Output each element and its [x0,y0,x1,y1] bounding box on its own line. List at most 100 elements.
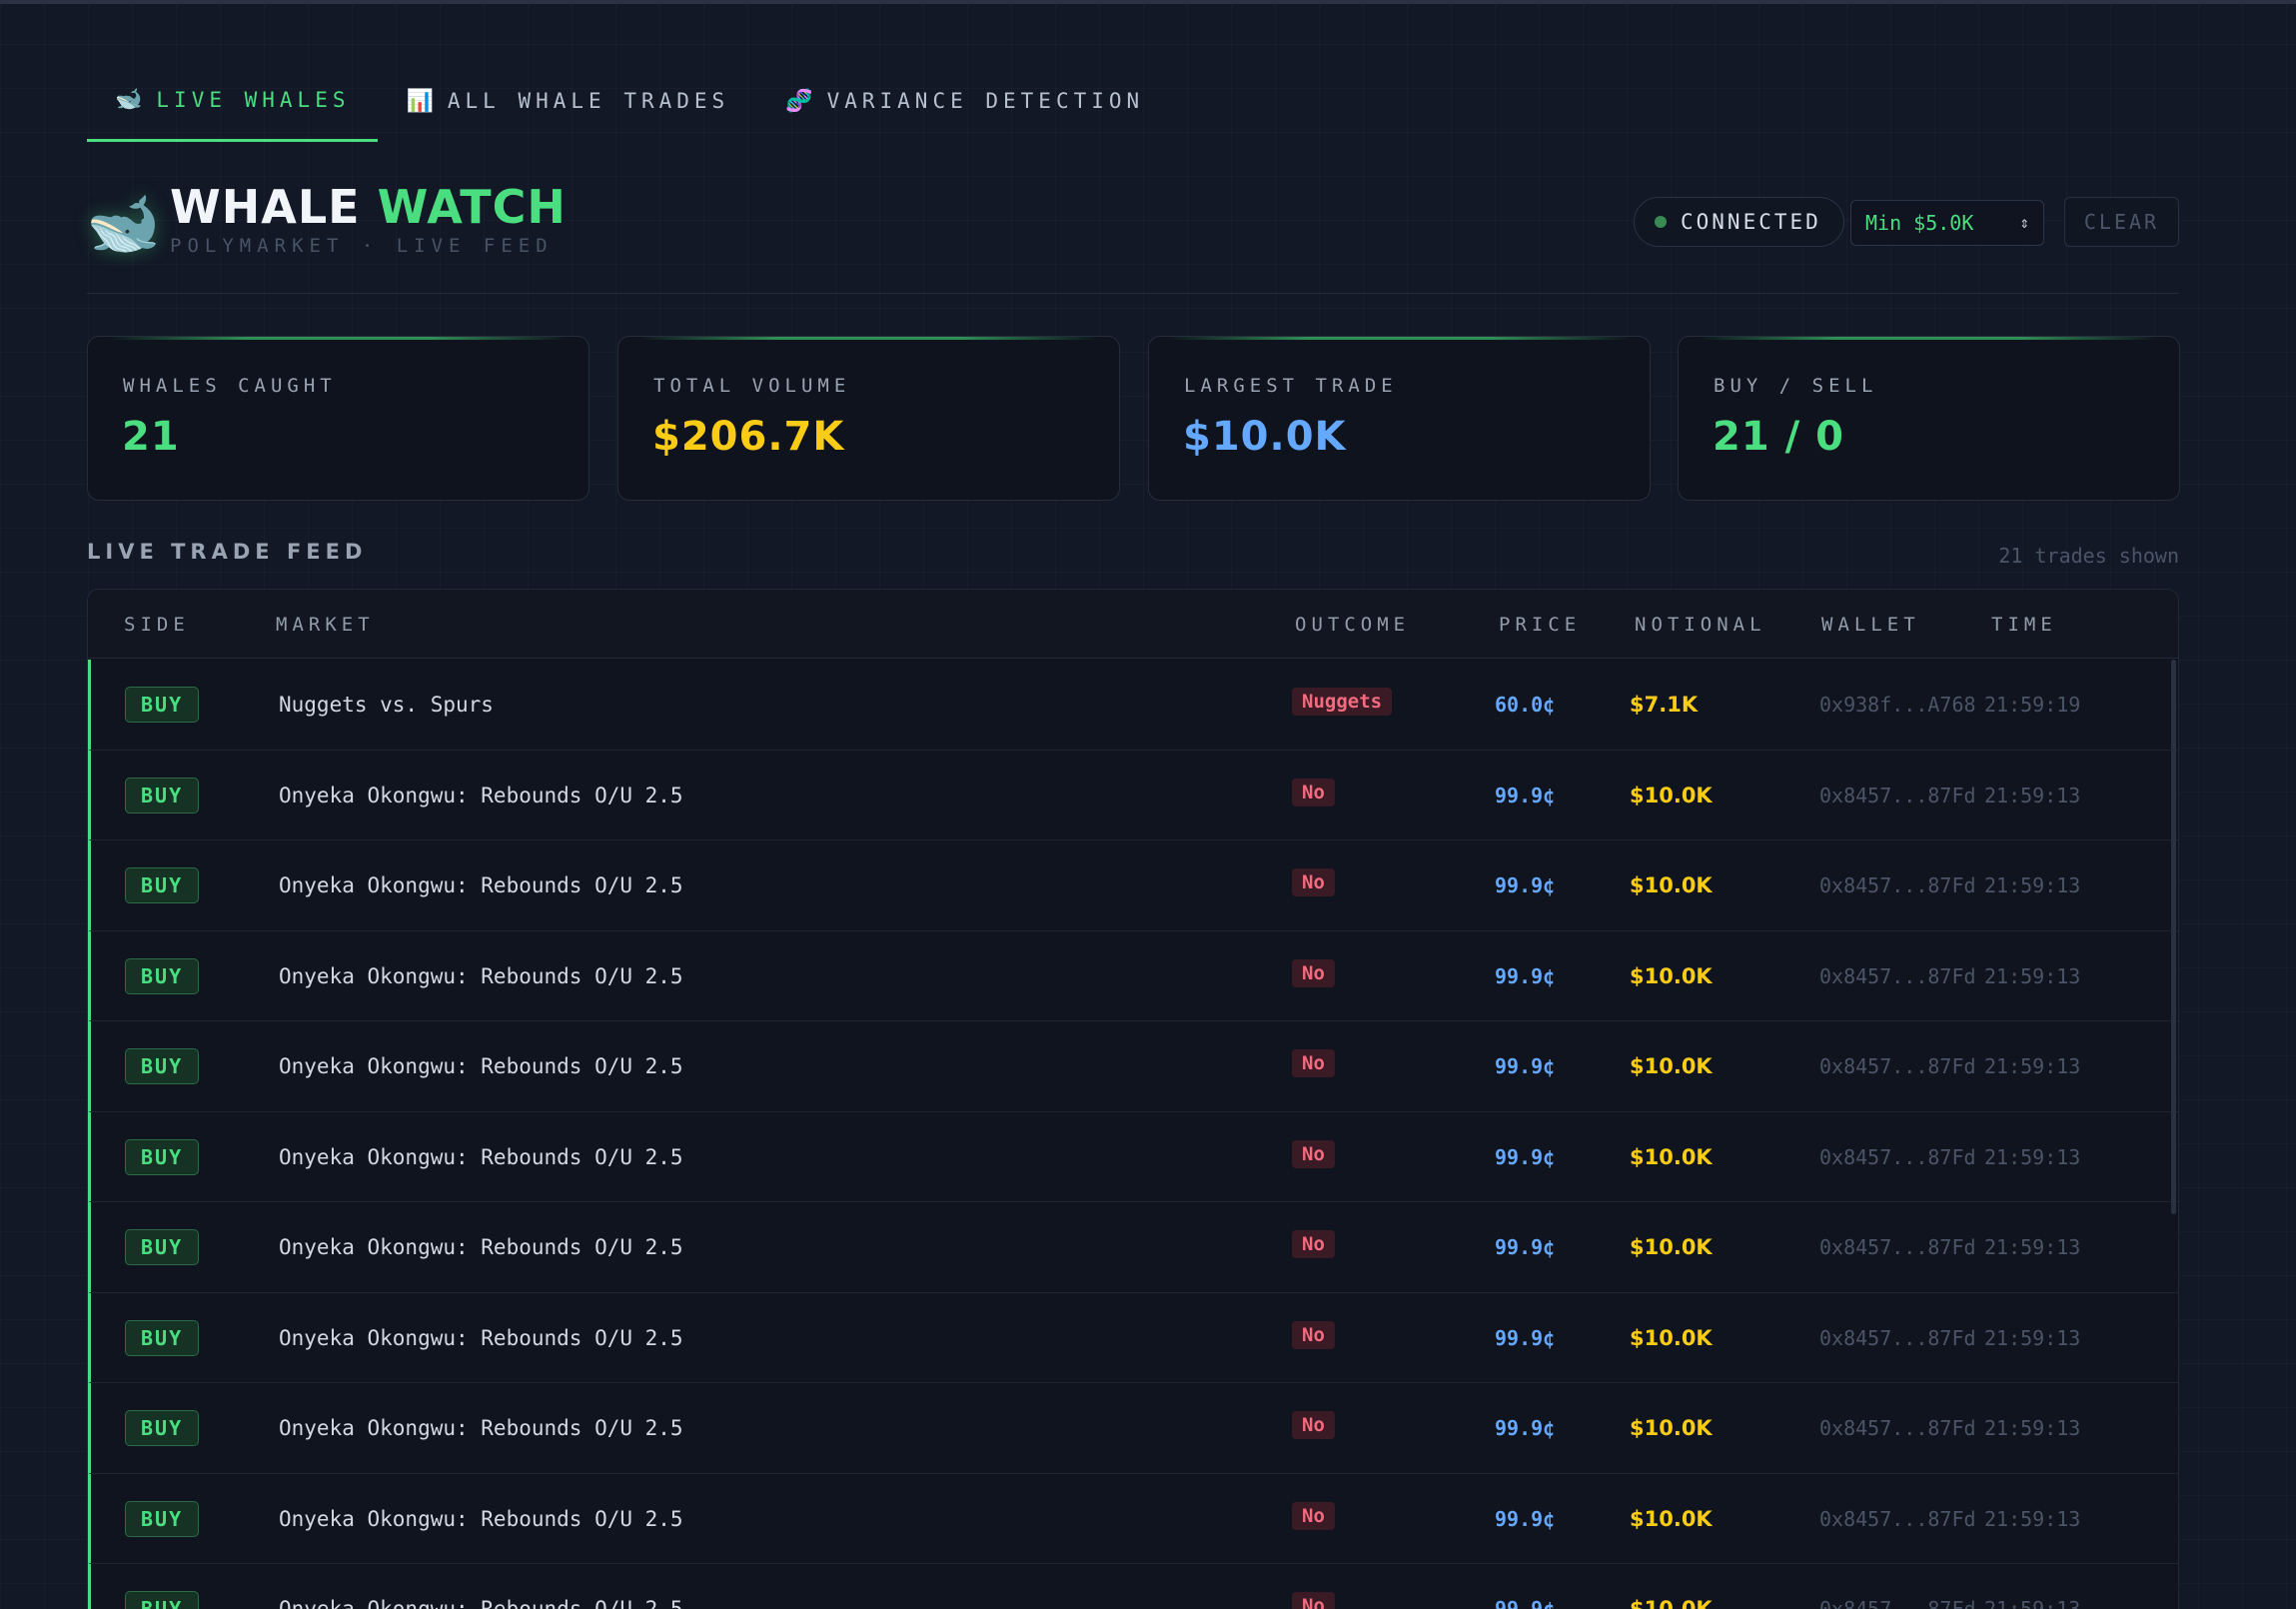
cell-outcome: No [1292,840,1335,930]
column-header-wallet[interactable]: WALLET [1821,614,1920,636]
wallet-address[interactable]: 0x8457...87Fd [1819,1507,1976,1531]
market-name: Onyeka Okongwu: Rebounds O/U 2.5 [279,873,683,897]
table-row[interactable]: BUY Onyeka Okongwu: Rebounds O/U 2.5 No 99.… [88,840,2178,931]
side-badge: BUY [125,1048,200,1084]
cell-side: BUY [125,1293,200,1383]
cell-time: 21:59:13 [1984,1202,2080,1292]
cell-notional: $10.0K [1630,1293,1713,1383]
price-value: 99.9¢ [1495,783,1556,807]
cell-outcome: Nuggets [1292,660,1393,750]
cell-side: BUY [125,1474,200,1564]
clear-button[interactable]: CLEAR [2064,197,2179,247]
market-name: Nuggets vs. Spurs [279,693,494,717]
cell-price: 99.9¢ [1495,1383,1555,1473]
cell-market: Onyeka Okongwu: Rebounds O/U 2.5 [279,1383,683,1473]
page-title-accent: WATCH [377,180,567,234]
updown-chevron-icon: ⇕ [2019,213,2029,232]
notional-value: $10.0K [1630,1144,1713,1169]
cell-wallet: 0x8457...87Fd [1819,1021,1976,1111]
column-header-market[interactable]: MARKET [276,614,375,636]
market-name: Onyeka Okongwu: Rebounds O/U 2.5 [279,1416,683,1440]
feed-count: 21 trades shown [1998,544,2179,568]
trade-time: 21:59:13 [1984,873,2081,897]
table-row[interactable]: BUY Onyeka Okongwu: Rebounds O/U 2.5 No 99.… [88,1564,2178,1609]
wallet-address[interactable]: 0x8457...87Fd [1819,873,1976,897]
wallet-address[interactable]: 0x8457...87Fd [1819,784,1976,807]
trade-time: 21:59:13 [1984,1325,2081,1350]
wallet-address[interactable]: 0x8457...87Fd [1819,1145,1976,1169]
outcome-badge: No [1292,1230,1335,1258]
table-row[interactable]: BUY Onyeka Okongwu: Rebounds O/U 2.5 No 99.… [88,1111,2178,1202]
notional-value: $10.0K [1630,1416,1713,1440]
outcome-badge: No [1292,1592,1335,1609]
trade-time: 21:59:13 [1984,1144,2081,1169]
table-row[interactable]: BUY Onyeka Okongwu: Rebounds O/U 2.5 No 99.… [88,1021,2178,1112]
table-row[interactable]: BUY Onyeka Okongwu: Rebounds O/U 2.5 No 99.… [88,1383,2178,1474]
outcome-badge: No [1292,778,1335,806]
notional-value: $10.0K [1630,963,1713,988]
feed-title: LIVE TRADE FEED [87,540,368,564]
market-name: Onyeka Okongwu: Rebounds O/U 2.5 [279,1506,683,1531]
table-row[interactable]: BUY Nuggets vs. Spurs Nuggets 60.0¢ $7.1K 0x9… [88,660,2178,751]
cell-time: 21:59:13 [1984,1021,2080,1111]
wallet-address[interactable]: 0x8457...87Fd [1819,1235,1976,1259]
stat-label: LARGEST TRADE [1184,375,1398,397]
cell-time: 21:59:13 [1984,1564,2080,1609]
side-badge: BUY [125,687,200,723]
outcome-badge: Nuggets [1292,688,1393,716]
cell-wallet: 0x8457...87Fd [1819,1202,1976,1292]
min-notional-value: Min $5.0K [1865,211,1974,235]
cell-price: 99.9¢ [1495,1474,1555,1564]
cell-market: Onyeka Okongwu: Rebounds O/U 2.5 [279,931,683,1021]
cell-price: 99.9¢ [1495,1564,1555,1609]
cell-outcome: No [1292,1474,1335,1564]
column-header-notional[interactable]: NOTIONAL [1635,614,1766,636]
column-header-price[interactable]: PRICE [1499,614,1581,636]
trade-time: 21:59:13 [1984,1416,2081,1440]
min-notional-select[interactable]: Min $5.0K ⇕ [1850,200,2044,246]
tab-all-whale-trades[interactable]: 📊 ALL WHALE TRADES [378,60,757,142]
cell-side: BUY [125,660,200,750]
price-value: 99.9¢ [1495,963,1556,988]
market-name: Onyeka Okongwu: Rebounds O/U 2.5 [279,1325,683,1350]
wallet-address[interactable]: 0x8457...87Fd [1819,1416,1976,1440]
table-row[interactable]: BUY Onyeka Okongwu: Rebounds O/U 2.5 No 99.… [88,1202,2178,1293]
side-badge: BUY [125,1138,200,1175]
stat-value: 21 [122,414,180,460]
cell-outcome: No [1292,931,1335,1021]
wallet-address[interactable]: 0x8457...87Fd [1819,1054,1976,1078]
notional-value: $7.1K [1630,693,1699,717]
wallet-address[interactable]: 0x938f...A768 [1819,693,1976,717]
price-value: 99.9¢ [1495,1054,1556,1078]
page-title: WHALE WATCH [170,180,567,234]
outcome-badge: No [1292,958,1335,987]
tab-live-whales[interactable]: 🐋 LIVE WHALES [87,60,379,142]
table-row[interactable]: BUY Onyeka Okongwu: Rebounds O/U 2.5 No 99.… [88,1473,2178,1564]
cell-outcome: No [1292,1383,1335,1473]
page-title-main: WHALE [170,180,361,234]
tab-variance-detection[interactable]: 🧬 VARIANCE DETECTION [757,60,1172,142]
market-name: Onyeka Okongwu: Rebounds O/U 2.5 [279,1144,683,1169]
cell-time: 21:59:13 [1984,1112,2080,1202]
side-badge: BUY [125,867,200,903]
cell-wallet: 0x8457...87Fd [1819,1293,1976,1383]
column-header-side[interactable]: SIDE [124,614,190,636]
wallet-address[interactable]: 0x8457...87Fd [1819,1597,1976,1609]
cell-time: 21:59:13 [1984,1474,2080,1564]
cell-wallet: 0x8457...87Fd [1819,1383,1976,1473]
notional-value: $10.0K [1630,873,1713,897]
wallet-address[interactable]: 0x8457...87Fd [1819,1326,1976,1350]
price-value: 60.0¢ [1495,693,1556,717]
side-badge: BUY [125,1591,200,1609]
wallet-address[interactable]: 0x8457...87Fd [1819,964,1976,988]
column-header-outcome[interactable]: OUTCOME [1295,614,1410,636]
cell-notional: $10.0K [1630,1383,1713,1473]
price-value: 99.9¢ [1495,873,1556,897]
column-header-time[interactable]: TIME [1991,614,2057,636]
table-scrollbar[interactable] [2171,660,2176,1214]
table-row[interactable]: BUY Onyeka Okongwu: Rebounds O/U 2.5 No 99.… [88,1292,2178,1383]
cell-side: BUY [125,1112,200,1202]
cell-wallet: 0x8457...87Fd [1819,840,1976,930]
table-row[interactable]: BUY Onyeka Okongwu: Rebounds O/U 2.5 No 99.… [88,750,2178,840]
table-row[interactable]: BUY Onyeka Okongwu: Rebounds O/U 2.5 No 99.… [88,930,2178,1021]
